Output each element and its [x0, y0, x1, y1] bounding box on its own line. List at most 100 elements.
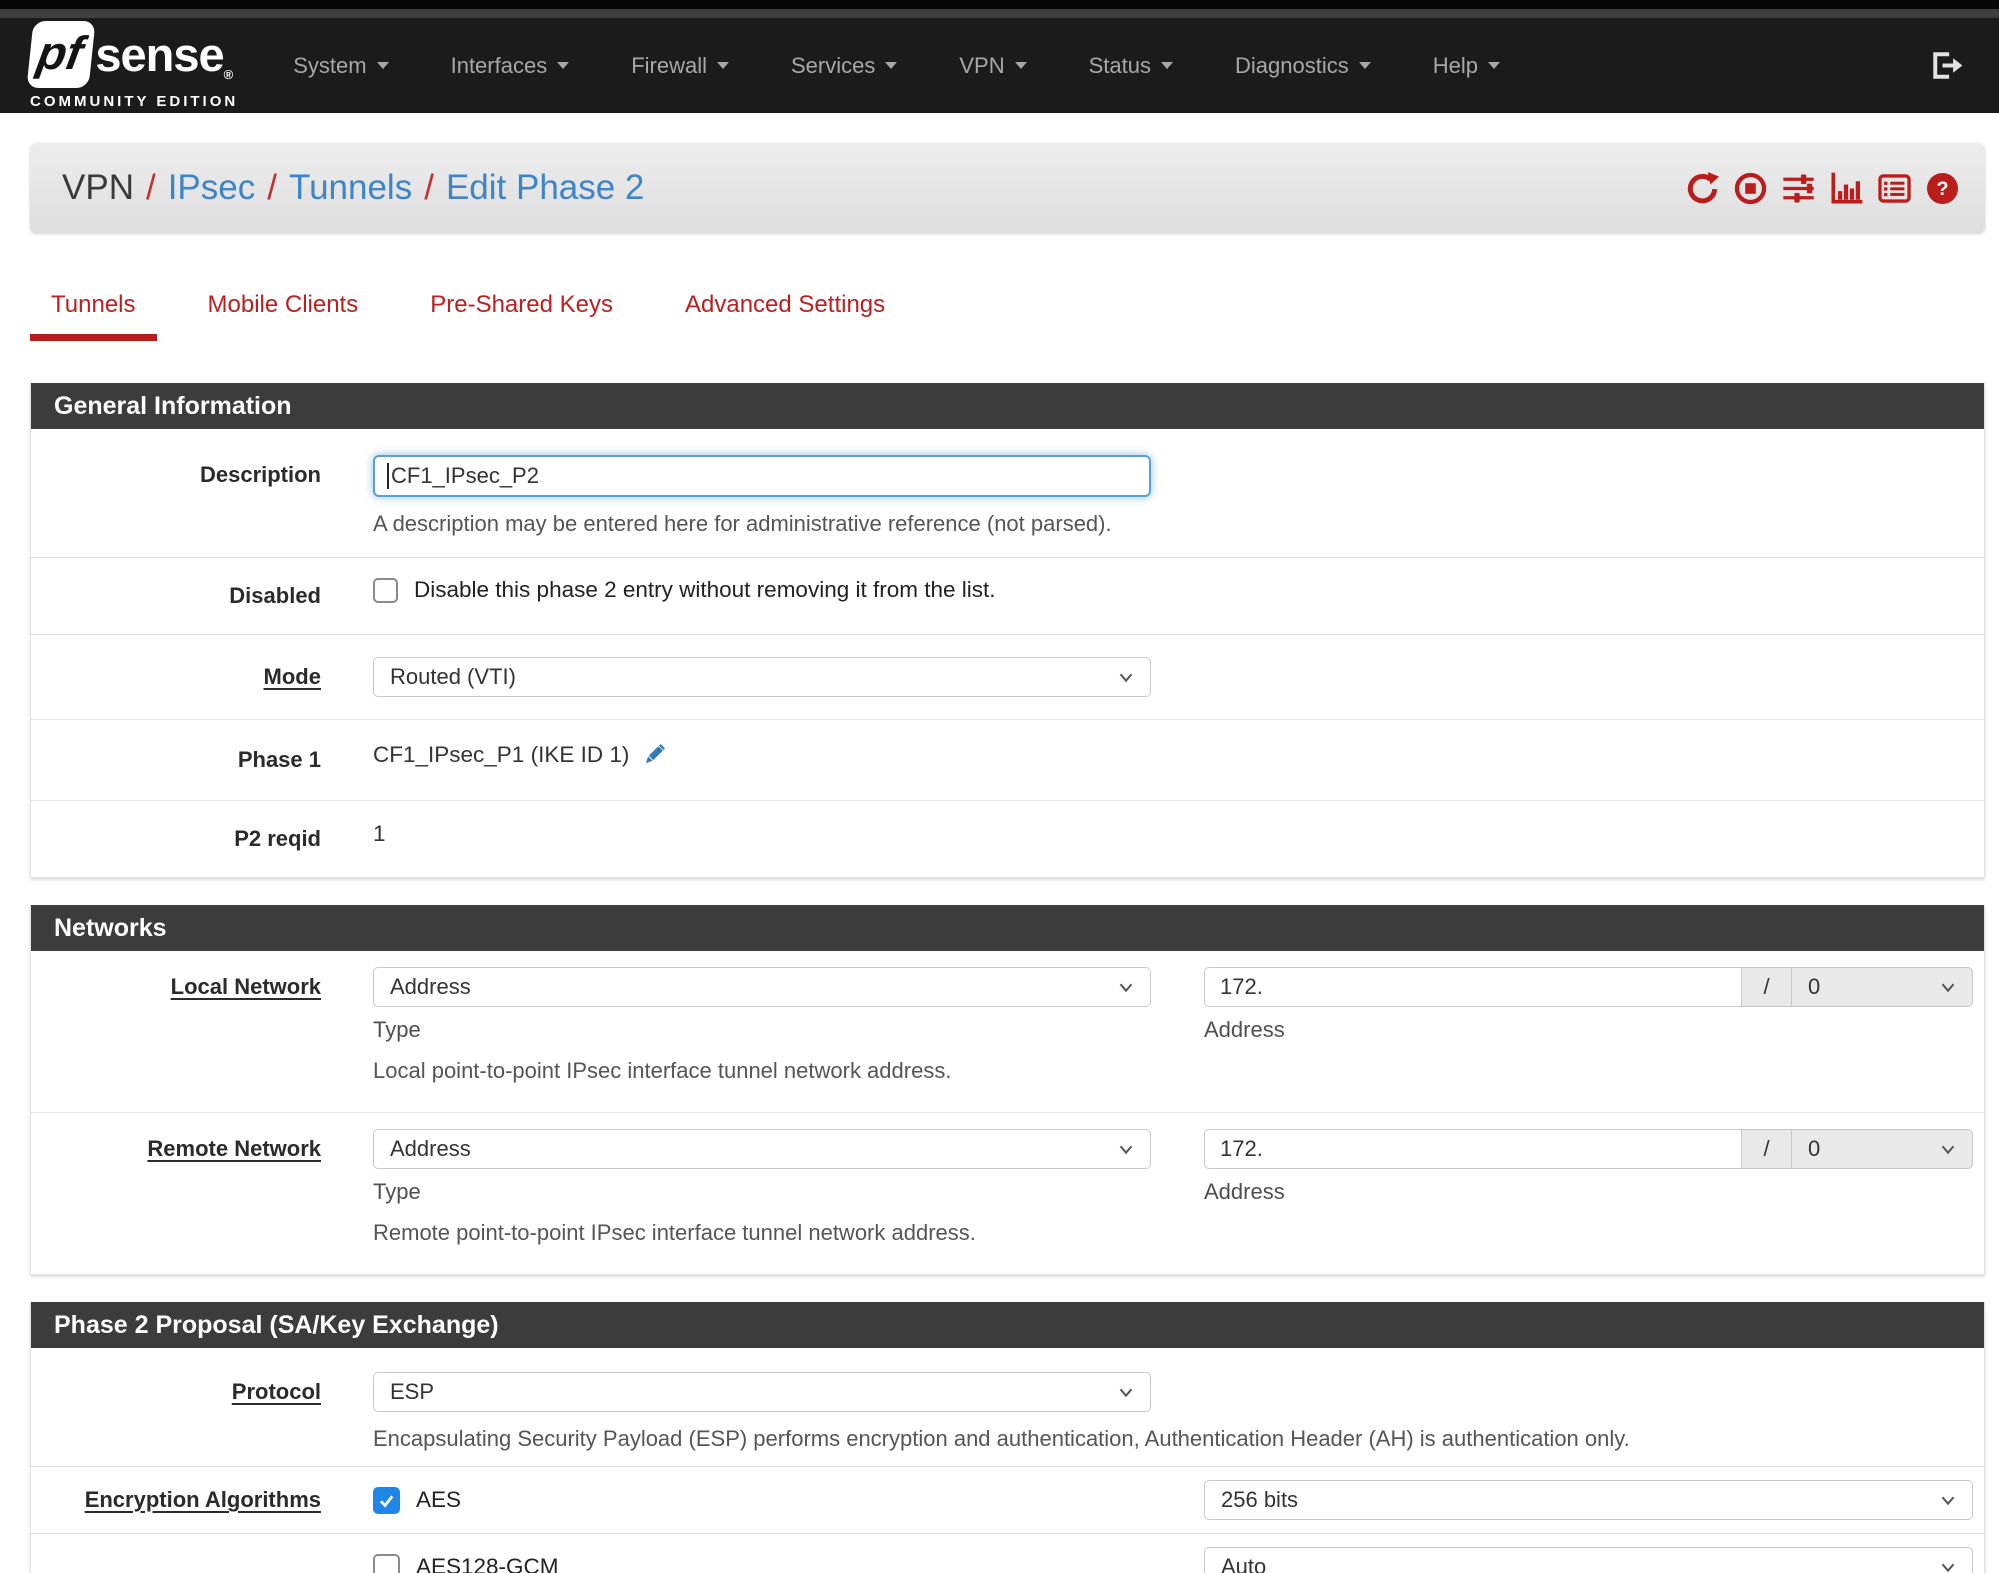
main-menu: System Interfaces Firewall Services VPN …	[262, 53, 1531, 79]
panel-title: Networks	[31, 905, 1984, 951]
chevron-down-icon	[1358, 62, 1371, 69]
disabled-checkbox[interactable]	[373, 577, 398, 603]
remote-network-row: Remote Network Address Type Remote point…	[31, 1113, 1984, 1274]
top-navbar: pf sense® COMMUNITY EDITION System Inter…	[0, 18, 1999, 113]
disabled-label: Disabled	[229, 583, 321, 608]
sliders-icon[interactable]	[1782, 172, 1815, 205]
encryption-aes-row: Encryption Algorithms AES 256 bits	[31, 1467, 1984, 1534]
description-input[interactable]	[373, 455, 1151, 497]
chevron-down-icon	[1487, 62, 1500, 69]
remote-network-help: Remote point-to-point IPsec interface tu…	[373, 1220, 976, 1245]
breadcrumb-separator: /	[145, 168, 156, 207]
bar-chart-icon[interactable]	[1830, 172, 1863, 205]
aes-keylen-select[interactable]: 256 bits	[1204, 1480, 1973, 1520]
mode-label: Mode	[263, 664, 321, 689]
protocol-help: Encapsulating Security Payload (ESP) per…	[373, 1426, 1630, 1451]
protocol-select[interactable]: ESP	[373, 1372, 1151, 1412]
refresh-icon[interactable]	[1686, 171, 1719, 205]
menu-diagnostics[interactable]: Diagnostics	[1204, 53, 1402, 79]
pfsense-logo[interactable]: pf sense® COMMUNITY EDITION	[26, 21, 238, 110]
remote-network-type-select[interactable]: Address	[373, 1129, 1151, 1169]
encryption-aes128gcm-row: AES128-GCM Auto	[31, 1534, 1984, 1573]
chevron-down-icon	[1119, 673, 1133, 683]
mode-select[interactable]: Routed (VTI)	[373, 657, 1151, 697]
aes128gcm-keylen-select[interactable]: Auto	[1204, 1547, 1973, 1573]
sign-out-icon[interactable]	[1930, 49, 1963, 82]
tab-tunnels[interactable]: Tunnels	[30, 285, 157, 341]
quick-action-icons: ?	[1686, 171, 1959, 205]
menu-interfaces[interactable]: Interfaces	[420, 53, 601, 79]
menu-help[interactable]: Help	[1402, 53, 1531, 79]
chevron-down-icon	[1941, 1496, 1955, 1506]
log-list-icon[interactable]	[1878, 172, 1911, 205]
chevron-down-icon	[1941, 1145, 1955, 1155]
p2-reqid-value: 1	[373, 821, 386, 846]
local-network-prefix-select[interactable]: 0	[1792, 967, 1973, 1007]
panel-title: General Information	[31, 383, 1984, 429]
breadcrumb-panel: VPN / IPsec / Tunnels / Edit Phase 2 ?	[30, 143, 1985, 233]
mode-row: Mode Routed (VTI)	[31, 635, 1984, 720]
window-top-strip	[0, 0, 1999, 9]
description-help: A description may be entered here for ad…	[373, 511, 1112, 536]
protocol-label: Protocol	[231, 1379, 321, 1404]
chevron-down-icon	[1014, 62, 1027, 69]
chevron-down-icon	[1119, 1145, 1133, 1155]
p2-reqid-label: P2 reqid	[234, 826, 321, 851]
disabled-row: Disabled Disable this phase 2 entry with…	[31, 558, 1984, 635]
tab-mobile-clients[interactable]: Mobile Clients	[187, 285, 380, 341]
local-network-row: Local Network Address Type Local point-t…	[31, 951, 1984, 1113]
breadcrumb-separator: /	[267, 168, 277, 207]
phase1-label: Phase 1	[237, 747, 321, 772]
menu-system[interactable]: System	[262, 53, 419, 79]
aes-checkbox[interactable]	[373, 1486, 400, 1514]
chevron-down-icon	[376, 62, 389, 69]
local-network-help: Local point-to-point IPsec interface tun…	[373, 1058, 952, 1083]
protocol-row: Protocol ESP Encapsulating Security Payl…	[31, 1348, 1984, 1467]
phase1-row: Phase 1 CF1_IPsec_P1 (IKE ID 1)	[31, 720, 1984, 801]
remote-network-prefix-select[interactable]: 0	[1792, 1129, 1973, 1169]
pfsense-logo-row: pf sense®	[26, 21, 238, 88]
breadcrumb-separator: /	[424, 168, 434, 207]
slash-separator: /	[1742, 967, 1792, 1007]
chevron-down-icon	[1941, 983, 1955, 993]
breadcrumb-link-ipsec[interactable]: IPsec	[168, 168, 256, 207]
local-network-address-input[interactable]	[1204, 967, 1742, 1007]
pencil-icon[interactable]	[641, 742, 667, 768]
menu-firewall[interactable]: Firewall	[600, 53, 760, 79]
local-network-type-select[interactable]: Address	[373, 967, 1151, 1007]
breadcrumb-link-tunnels[interactable]: Tunnels	[289, 168, 412, 207]
general-information-panel: General Information Description A descri…	[30, 383, 1985, 878]
menu-status[interactable]: Status	[1058, 53, 1204, 79]
text-caret	[387, 463, 389, 489]
aes128gcm-checkbox[interactable]	[373, 1553, 400, 1573]
menu-services[interactable]: Services	[760, 53, 928, 79]
breadcrumb-link-edit-phase2[interactable]: Edit Phase 2	[446, 168, 644, 207]
description-row: Description A description may be entered…	[31, 429, 1984, 558]
phase2-proposal-panel: Phase 2 Proposal (SA/Key Exchange) Proto…	[30, 1302, 1985, 1573]
aes128gcm-checkbox-label: AES128-GCM	[416, 1554, 559, 1573]
help-icon[interactable]: ?	[1926, 172, 1959, 205]
panel-title: Phase 2 Proposal (SA/Key Exchange)	[31, 1302, 1984, 1348]
type-caption: Type	[373, 1179, 421, 1204]
remote-network-label: Remote Network	[147, 1136, 321, 1161]
chevron-down-icon	[1941, 1563, 1955, 1573]
pf-logo-badge: pf	[26, 21, 96, 88]
chevron-down-icon	[557, 62, 570, 69]
p2-reqid-row: P2 reqid 1	[31, 801, 1984, 877]
address-caption: Address	[1204, 1017, 1285, 1042]
svg-text:?: ?	[1936, 178, 1948, 200]
chevron-down-icon	[885, 62, 898, 69]
sense-logo-text: sense®	[95, 28, 233, 82]
breadcrumb: VPN / IPsec / Tunnels / Edit Phase 2	[30, 168, 644, 208]
stop-icon[interactable]	[1734, 172, 1767, 205]
chevron-down-icon	[1119, 1388, 1133, 1398]
address-caption: Address	[1204, 1179, 1285, 1204]
encryption-algorithms-label: Encryption Algorithms	[84, 1487, 321, 1512]
tab-advanced-settings[interactable]: Advanced Settings	[664, 285, 906, 341]
menu-vpn[interactable]: VPN	[928, 53, 1057, 79]
remote-network-address-input[interactable]	[1204, 1129, 1742, 1169]
slash-separator: /	[1742, 1129, 1792, 1169]
tab-pre-shared-keys[interactable]: Pre-Shared Keys	[409, 285, 634, 341]
page-tabs: Tunnels Mobile Clients Pre-Shared Keys A…	[30, 285, 1999, 341]
chevron-down-icon	[717, 62, 729, 69]
